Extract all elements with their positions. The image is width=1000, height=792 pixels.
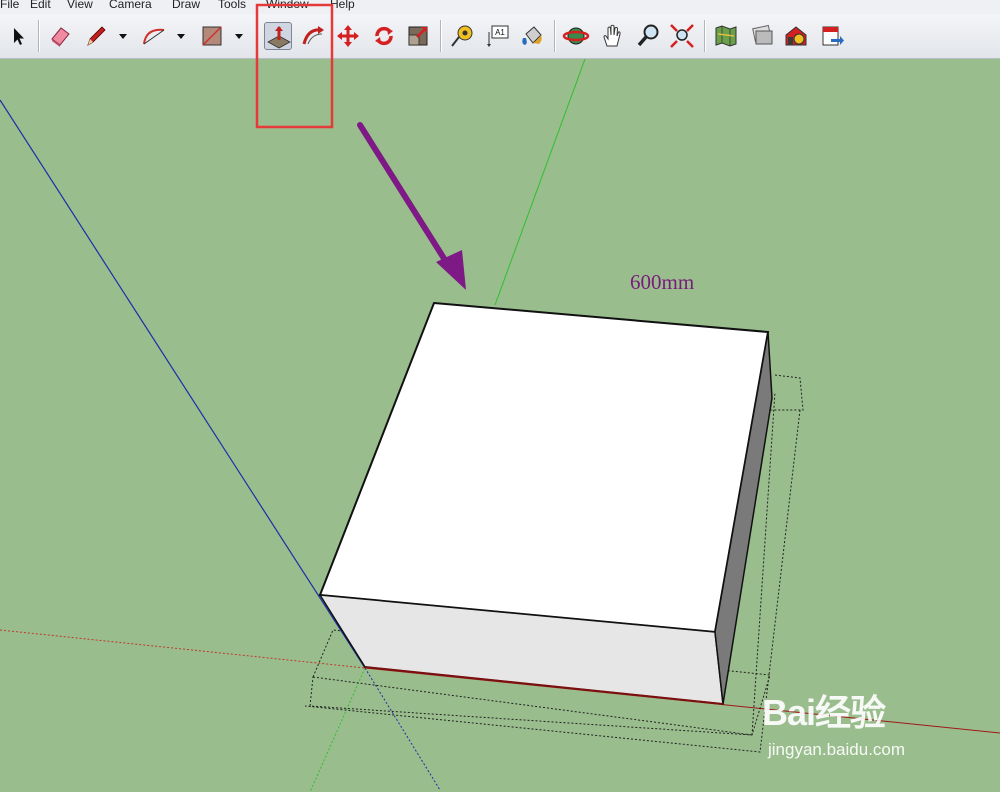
watermark-brand: Bai经验 xyxy=(762,692,886,733)
blue-axis xyxy=(0,99,366,669)
green-axis-hidden xyxy=(309,667,366,792)
box-top-face[interactable] xyxy=(318,301,770,634)
blue-axis-hidden xyxy=(364,667,441,791)
annotation-arrow-shaft xyxy=(357,122,453,271)
viewport-canvas[interactable] xyxy=(0,0,1000,792)
red-axis-hidden xyxy=(0,629,366,669)
dimension-label: 600mm xyxy=(630,270,695,294)
highlight-box xyxy=(255,3,334,129)
watermark-url: jingyan.baidu.com xyxy=(768,740,906,759)
watermark: Bai经验 jingyan.baidu.com xyxy=(762,684,992,774)
green-axis xyxy=(494,58,586,306)
